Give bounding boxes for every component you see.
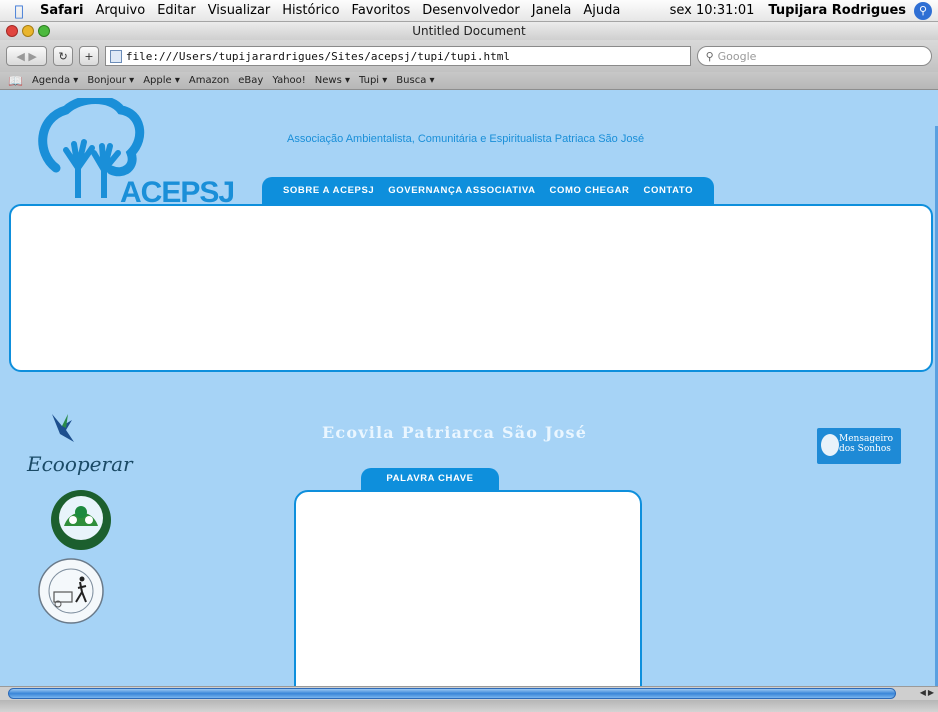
menubar-clock[interactable]: sex 10:31:01	[664, 3, 761, 18]
reload-icon: ↻	[58, 49, 68, 63]
organization-name: Associação Ambientalista, Comunitária e …	[287, 133, 645, 145]
main-navigation: SOBRE A ACEPSJ GOVERNANÇA ASSOCIATIVA CO…	[262, 177, 715, 204]
hero-panel	[9, 204, 933, 372]
nav-sobre[interactable]: SOBRE A ACEPSJ	[276, 185, 381, 196]
menu-desenvolvedor[interactable]: Desenvolvedor	[416, 3, 526, 18]
menu-visualizar[interactable]: Visualizar	[202, 3, 277, 18]
search-icon: ⚲	[705, 49, 714, 63]
horizontal-scroll-thumb[interactable]	[8, 688, 896, 699]
reload-button[interactable]: ↻	[53, 46, 74, 66]
status-bar	[0, 700, 938, 712]
minimize-window-icon[interactable]	[22, 25, 34, 37]
address-text: file:///Users/tupijarardrigues/Sites/ace…	[125, 49, 510, 63]
back-forward-button[interactable]: ◀ ▶	[6, 46, 48, 66]
search-placeholder: Google	[717, 49, 757, 63]
title-bar: Untitled Document	[0, 22, 938, 40]
bookmark-apple[interactable]: Apple ▾	[143, 75, 180, 86]
web-content: ACEPSJ Associação Ambientalista, Comunit…	[0, 90, 938, 686]
bookmark-news[interactable]: News ▾	[315, 75, 350, 86]
zoom-window-icon[interactable]	[38, 25, 50, 37]
bookmark-amazon[interactable]: Amazon	[189, 75, 229, 86]
book-icon[interactable]: 📖	[8, 74, 23, 88]
nav-como-chegar[interactable]: COMO CHEGAR	[543, 185, 637, 196]
moon-icon	[821, 434, 839, 456]
back-arrow-icon: ◀	[16, 49, 25, 63]
menu-editar[interactable]: Editar	[151, 3, 202, 18]
spotlight-icon[interactable]: ⚲	[914, 1, 932, 20]
bookmark-ebay[interactable]: eBay	[238, 75, 263, 86]
coleta-solidaria-logo[interactable]	[36, 556, 106, 626]
bookmarks-bar: 📖 Agenda ▾ Bonjour ▾ Apple ▾ Amazon eBay…	[0, 72, 938, 90]
bookmark-agenda[interactable]: Agenda ▾	[32, 75, 78, 86]
browser-window: Untitled Document ◀ ▶ ↻ + file:///Users/…	[0, 22, 938, 712]
menu-favoritos[interactable]: Favoritos	[346, 3, 417, 18]
nav-governanca[interactable]: GOVERNANÇA ASSOCIATIVA	[381, 185, 542, 196]
search-field[interactable]: ⚲ Google	[696, 46, 933, 66]
ecovila-title: Ecovila Patriarca São José	[322, 423, 588, 442]
menu-janela[interactable]: Janela	[526, 3, 578, 18]
menu-ajuda[interactable]: Ajuda	[577, 3, 626, 18]
horizontal-scrollbar[interactable]: ◀▶	[0, 686, 938, 700]
forward-arrow-icon: ▶	[28, 49, 37, 63]
bookmark-tupi[interactable]: Tupi ▾	[359, 75, 387, 86]
mensageiro-dos-sonhos-logo[interactable]: Mensageiro dos Sonhos	[817, 428, 901, 464]
nav-contato[interactable]: CONTATO	[637, 185, 701, 196]
ecooperar-logo[interactable]: Ecooperar	[27, 452, 133, 476]
mensageiros-natureza-logo[interactable]	[44, 488, 118, 552]
mensageiro-line1: Mensageiro	[839, 434, 894, 444]
keyword-panel	[294, 490, 642, 686]
browser-toolbar: ◀ ▶ ↻ + file:///Users/tupijarardrigues/S…	[0, 40, 938, 72]
menubar-user[interactable]: Tupijara Rodrigues	[760, 3, 914, 18]
menu-app-safari[interactable]: Safari	[32, 3, 89, 18]
hummingbird-icon	[52, 414, 74, 442]
add-bookmark-button[interactable]: +	[79, 46, 99, 66]
window-title: Untitled Document	[412, 24, 526, 38]
menu-historico[interactable]: Histórico	[276, 3, 345, 18]
page-icon	[109, 49, 122, 63]
menu-arquivo[interactable]: Arquivo	[89, 3, 151, 18]
close-window-icon[interactable]	[6, 25, 18, 37]
bookmark-yahoo[interactable]: Yahoo!	[272, 75, 305, 86]
plus-icon: +	[84, 49, 94, 63]
bookmark-busca[interactable]: Busca ▾	[396, 75, 434, 86]
bookmark-bonjour[interactable]: Bonjour ▾	[87, 75, 134, 86]
scroll-arrows-icon[interactable]: ◀▶	[920, 688, 936, 697]
apple-menu-icon[interactable]: 	[6, 2, 32, 20]
address-field[interactable]: file:///Users/tupijarardrigues/Sites/ace…	[104, 46, 691, 66]
menu-bar:  Safari Arquivo Editar Visualizar Histó…	[0, 0, 938, 22]
mensageiro-line2: dos Sonhos	[839, 444, 891, 454]
